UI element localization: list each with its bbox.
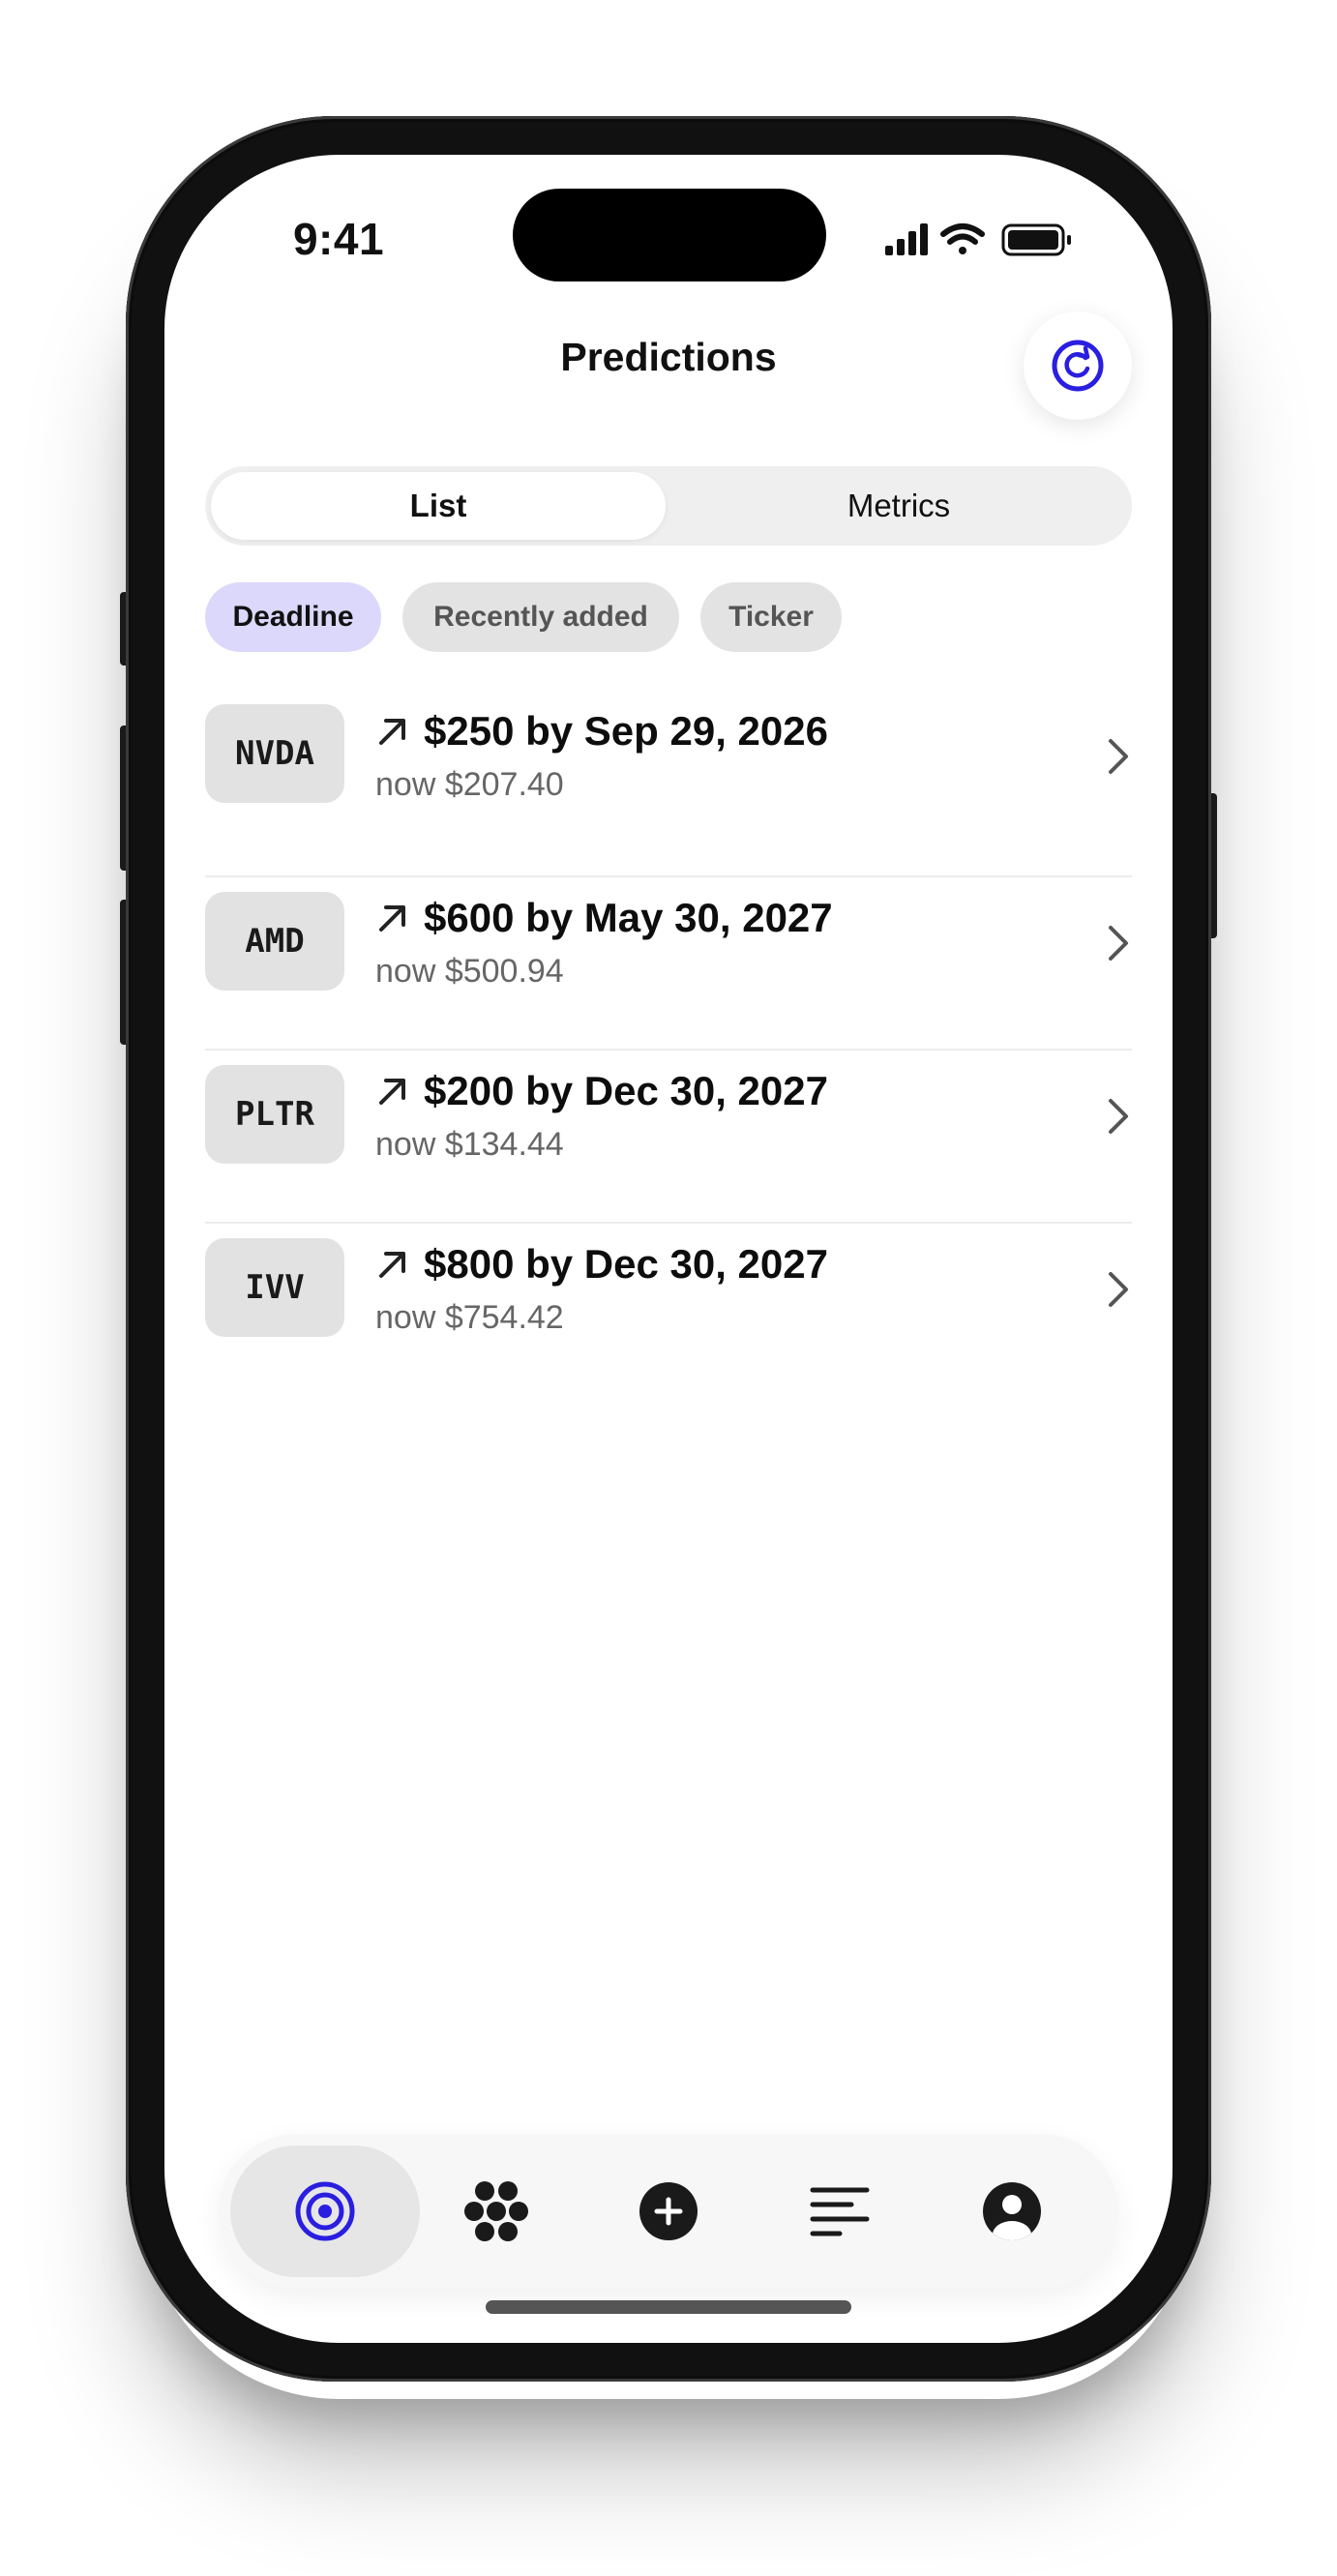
arrow-up-right-icon	[379, 905, 405, 932]
tab-predictions[interactable]	[230, 2146, 420, 2277]
tab-feed[interactable]	[745, 2146, 935, 2277]
target-text: $200 by Dec 30, 2027	[424, 1068, 828, 1113]
target-text: $600 by May 30, 2027	[424, 895, 833, 940]
prediction-row[interactable]: AMD $600 by May 30, 2027 now $500.94	[205, 875, 1132, 1049]
current-price: now $500.94	[375, 953, 564, 990]
target-text: $250 by Sep 29, 2026	[424, 708, 828, 754]
battery-icon	[1001, 223, 1071, 256]
chevron-right-icon	[1109, 926, 1128, 961]
refresh-button[interactable]	[1024, 311, 1132, 420]
target-line: $800 by Dec 30, 2027	[375, 1237, 828, 1291]
cellular-signal-icon	[885, 223, 928, 255]
ticker-badge: PLTR	[205, 1065, 344, 1164]
sort-chip-deadline[interactable]: Deadline	[205, 582, 381, 652]
profile-icon	[983, 2182, 1041, 2240]
prediction-row[interactable]: NVDA $250 by Sep 29, 2026 now $207.40	[205, 704, 1132, 875]
ticker-badge: IVV	[205, 1238, 344, 1337]
feed-lines-icon	[810, 2187, 870, 2236]
chevron-right-icon	[1109, 1099, 1128, 1134]
target-icon	[295, 2181, 355, 2241]
wifi-icon	[940, 223, 985, 254]
refresh-icon	[1052, 340, 1104, 392]
status-time: 9:41	[292, 214, 385, 264]
tab-profile[interactable]	[917, 2146, 1107, 2277]
ticker-badge: NVDA	[205, 704, 344, 803]
target-line: $250 by Sep 29, 2026	[375, 704, 828, 758]
prediction-row[interactable]: IVV $800 by Dec 30, 2027 now $754.42	[205, 1222, 1132, 1395]
chevron-right-icon	[1109, 739, 1128, 774]
prediction-row[interactable]: PLTR $200 by Dec 30, 2027 now $134.44	[205, 1049, 1132, 1222]
segment-metrics[interactable]: Metrics	[671, 472, 1126, 540]
current-price: now $207.40	[375, 766, 564, 803]
tab-add[interactable]	[574, 2146, 763, 2277]
target-line: $200 by Dec 30, 2027	[375, 1064, 828, 1118]
arrow-up-right-icon	[379, 1252, 405, 1278]
grid-dots-icon	[464, 2181, 528, 2241]
predictions-list: NVDA $250 by Sep 29, 2026 now $207.40 AM…	[205, 704, 1132, 1395]
add-circle-icon	[639, 2182, 698, 2240]
ticker-badge: AMD	[205, 892, 344, 991]
page-title: Predictions	[560, 335, 777, 379]
status-icons	[885, 223, 1071, 256]
sort-chip-ticker[interactable]: Ticker	[700, 582, 842, 652]
dynamic-island	[513, 189, 826, 281]
target-text: $800 by Dec 30, 2027	[424, 1241, 828, 1287]
home-indicator	[486, 2300, 851, 2314]
app-screen: 9:41 Predictions List Metrics Deadline R…	[164, 155, 1173, 2343]
target-line: $600 by May 30, 2027	[375, 891, 833, 945]
arrow-up-right-icon	[379, 1079, 405, 1105]
current-price: now $754.42	[375, 1299, 564, 1336]
segment-list[interactable]: List	[211, 472, 666, 540]
arrow-up-right-icon	[379, 719, 405, 745]
view-segmented-control: List Metrics	[205, 466, 1132, 546]
tab-bar	[219, 2134, 1118, 2289]
phone-frame: 9:41 Predictions List Metrics Deadline R…	[126, 116, 1211, 2382]
tab-explore[interactable]	[401, 2146, 591, 2277]
chevron-right-icon	[1109, 1272, 1128, 1307]
current-price: now $134.44	[375, 1126, 564, 1163]
sort-chip-recently-added[interactable]: Recently added	[402, 582, 679, 652]
